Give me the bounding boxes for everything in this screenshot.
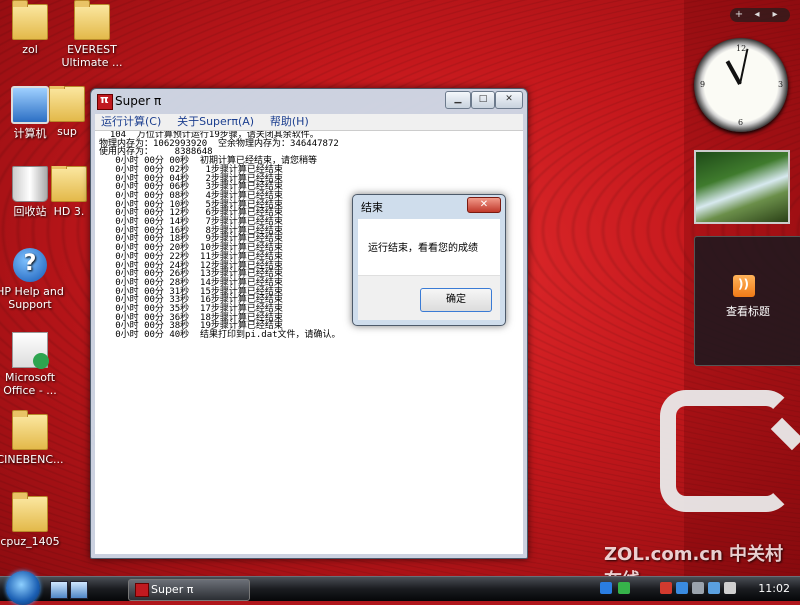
taskbar-button-label: Super π <box>151 583 194 596</box>
help-tray-icon[interactable] <box>600 582 612 594</box>
power-tray-icon[interactable] <box>708 582 720 594</box>
desktop: zol EVEREST Ultimate ... 计算机 sup 回收站 HD … <box>0 0 800 576</box>
next-page-button[interactable]: ▸ <box>766 8 784 22</box>
superpi-app-icon <box>135 583 149 597</box>
ok-button[interactable]: 确定 <box>420 288 492 312</box>
taskbar: Super π 11:02 <box>0 571 800 605</box>
taskbar-clock[interactable]: 11:02 <box>758 582 790 595</box>
dialog-body: 运行结束，看看您的成绩 确定 <box>358 219 500 320</box>
desktop-icon-office[interactable]: Microsoft Office - ... <box>0 332 68 397</box>
compaq-logo <box>660 390 792 512</box>
close-button[interactable]: ✕ <box>495 91 523 109</box>
feed-headlines-gadget[interactable]: 查看标题 <box>694 236 800 366</box>
office-installer-icon <box>12 332 49 369</box>
menu-run-calculation[interactable]: 运行计算(C) <box>95 114 167 130</box>
folder-icon <box>74 0 110 40</box>
console-line: 0小时 00分 40秒 结果打印到pi.dat文件，请确认。 <box>99 330 341 341</box>
recycle-bin-icon <box>12 166 48 202</box>
desktop-icon-label: Microsoft Office - ... <box>3 371 57 397</box>
menu-about[interactable]: 关于Superπ(A) <box>171 114 260 130</box>
menu-help[interactable]: 帮助(H) <box>264 114 315 130</box>
switch-windows-icon[interactable] <box>70 581 88 599</box>
slideshow-gadget[interactable] <box>694 150 790 224</box>
show-desktop-icon[interactable] <box>50 581 68 599</box>
desktop-icon-label: sup <box>57 125 77 138</box>
folder-icon <box>12 0 48 40</box>
clock-gadget[interactable]: 12 3 6 9 <box>694 38 788 132</box>
desktop-icon-label: cpuz_1405 <box>0 535 60 548</box>
dialog-close-button[interactable]: ✕ <box>467 197 501 213</box>
desktop-icon-hp-help[interactable]: ? HP Help and Support <box>0 248 68 311</box>
folder-icon <box>49 86 85 122</box>
folder-icon <box>12 410 48 450</box>
dialog-title: 结束 <box>361 201 383 214</box>
zol-watermark: ZOL.com.cn 中关村在线 <box>604 544 784 576</box>
system-tray: 11:02 <box>596 577 800 601</box>
superpi-app-icon <box>97 93 113 110</box>
help-question-icon: ? <box>13 248 47 282</box>
minimize-button[interactable]: ▁ <box>445 91 471 109</box>
desktop-icon-label: HD 3. <box>53 205 85 218</box>
desktop-icon-cpuz[interactable]: cpuz_1405 <box>0 492 68 548</box>
desktop-icon-label: CINEBENC... <box>0 453 64 466</box>
connection-tray-icon[interactable] <box>676 582 688 594</box>
taskbar-button-superpi[interactable]: Super π <box>128 579 250 601</box>
add-gadget-button[interactable]: + <box>730 8 748 22</box>
feed-headlines-label: 查看标题 <box>726 305 770 318</box>
desktop-icon-label: EVEREST Ultimate ... <box>61 43 123 69</box>
window-title: Super π <box>115 94 162 108</box>
language-tray-icon[interactable] <box>724 582 736 594</box>
dialog-message: 运行结束，看看您的成绩 <box>368 243 478 254</box>
desktop-icon-hd[interactable]: HD 3. <box>48 166 90 218</box>
clock-minute-hand <box>739 48 749 85</box>
rss-icon <box>733 275 755 297</box>
folder-icon <box>51 166 87 202</box>
volume-tray-icon[interactable] <box>692 582 704 594</box>
result-dialog[interactable]: 结束 ✕ 运行结束，看看您的成绩 确定 <box>352 194 506 326</box>
desktop-icon-label: HP Help and Support <box>0 285 64 311</box>
security-tray-icon[interactable] <box>660 582 672 594</box>
menu-bar: 运行计算(C) 关于Superπ(A) 帮助(H) <box>95 114 523 130</box>
dialog-footer: 确定 <box>358 275 500 320</box>
sidebar-controls: + ◂ ▸ <box>730 8 790 22</box>
desktop-icon-everest[interactable]: EVEREST Ultimate ... <box>54 0 130 69</box>
previous-page-button[interactable]: ◂ <box>748 8 766 22</box>
desktop-icon-cinebench[interactable]: CINEBENC... <box>0 410 68 466</box>
window-titlebar[interactable]: Super π ▁ □ ✕ <box>91 89 527 113</box>
network-tray-icon[interactable] <box>618 582 630 594</box>
desktop-icon-superpi[interactable]: sup <box>44 86 90 138</box>
folder-icon <box>12 492 48 532</box>
maximize-button[interactable]: □ <box>471 91 495 109</box>
